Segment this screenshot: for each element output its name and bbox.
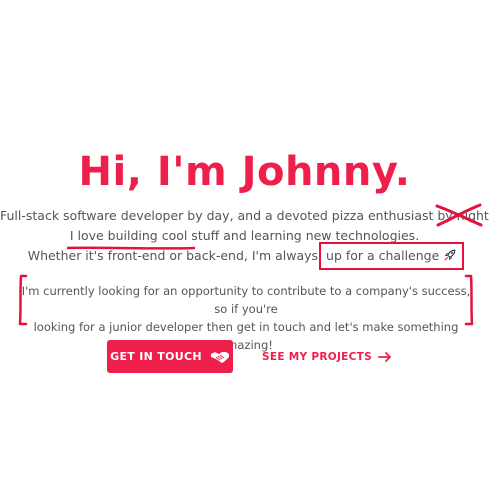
- availability-text: I'm currently looking for an opportunity…: [18, 282, 474, 354]
- see-my-projects-link[interactable]: SEE MY PROJECTS: [262, 347, 392, 367]
- boxed-text: up for a challenge: [319, 242, 465, 270]
- see-my-projects-label: SEE MY PROJECTS: [262, 351, 372, 363]
- intro-line-3-prefix: Whether it's front-end or back-end, I'm …: [27, 248, 323, 263]
- availability-note: I'm currently looking for an opportunity…: [18, 274, 474, 352]
- availability-line-2: looking for a junior developer then get …: [33, 320, 459, 352]
- intro-line-1-prefix: Full-stack software developer by day, an…: [0, 208, 438, 223]
- get-in-touch-button[interactable]: GET IN TOUCH: [107, 340, 233, 373]
- hero-section: Hi, I'm Johnny. Full-stack software deve…: [0, 0, 489, 489]
- underline-mark-icon: [66, 246, 195, 250]
- box-mark-icon: [319, 242, 465, 270]
- intro-paragraph: Full-stack software developer by day, an…: [0, 203, 489, 270]
- handshake-icon: [210, 351, 229, 363]
- intro-line-2-suffix: and learning new technologies.: [219, 228, 420, 243]
- struck-text: by night: [435, 203, 489, 227]
- get-in-touch-label: GET IN TOUCH: [110, 350, 202, 363]
- hero-title: Hi, I'm Johnny.: [78, 149, 411, 195]
- underlined-text: I love building cool stuff: [66, 226, 220, 250]
- intro-line-1: Full-stack software developer by day, an…: [0, 203, 489, 227]
- availability-line-1: I'm currently looking for an opportunity…: [21, 284, 471, 316]
- arrow-right-icon: [378, 352, 391, 362]
- struck-text-label: by night: [437, 208, 489, 223]
- underlined-text-label: I love building cool stuff: [69, 228, 220, 243]
- right-bracket-icon: [464, 274, 474, 326]
